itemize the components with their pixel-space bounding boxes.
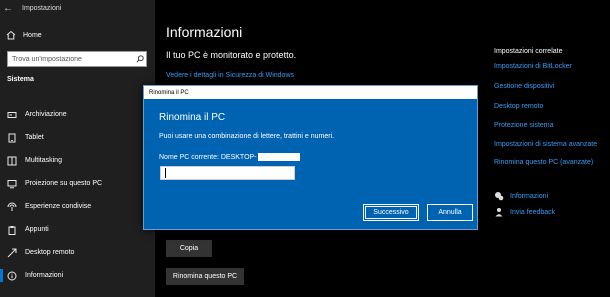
clipboard-icon <box>7 225 17 235</box>
page-title: Informazioni <box>166 24 243 40</box>
device-manager-link[interactable]: Gestione dispositivi <box>494 83 554 90</box>
sidebar-item-informazioni[interactable]: Informazioni <box>0 264 155 287</box>
sidebar-item-esperienze[interactable]: Esperienze condivise <box>0 195 155 218</box>
tablet-icon <box>7 133 17 143</box>
protection-status: Il tuo PC è monitorato e protetto. <box>166 50 297 60</box>
advanced-system-settings-link[interactable]: Impostazioni di sistema avanzate <box>494 141 597 148</box>
dialog-heading: Rinomina il PC <box>159 112 226 123</box>
send-feedback-link[interactable]: Invia feedback <box>494 207 555 217</box>
shared-experiences-icon <box>7 202 17 212</box>
cancel-button[interactable]: Annulla <box>427 204 473 221</box>
current-pc-name: Nome PC corrente: DESKTOP- <box>159 153 300 161</box>
remote-desktop-link[interactable]: Desktop remoto <box>494 103 543 110</box>
copy-button[interactable]: Copia <box>166 240 212 257</box>
projection-icon <box>7 179 17 189</box>
related-settings-title: Impostazioni correlate <box>494 48 563 55</box>
dialog-titlebar: Rinomina il PC <box>144 86 477 99</box>
rename-pc-button[interactable]: Rinomina questo PC <box>166 268 244 285</box>
sidebar-item-label: Tablet <box>25 134 44 141</box>
help-informazioni-link[interactable]: Informazioni <box>494 191 548 201</box>
search-box[interactable] <box>7 51 147 67</box>
search-icon[interactable] <box>134 55 146 63</box>
title-bar: ← Impostazioni <box>0 0 61 16</box>
rename-pc-dialog: Rinomina il PC Rinomina il PC Puoi usare… <box>143 85 478 230</box>
home-icon <box>6 30 16 40</box>
section-label: Sistema <box>7 76 34 83</box>
sidebar: ← Impostazioni Home Sistema Archiviazion… <box>0 0 155 297</box>
sidebar-item-label: Appunti <box>25 226 49 233</box>
feedback-icon <box>494 207 504 217</box>
search-input[interactable] <box>8 55 134 63</box>
sidebar-item-label: Desktop remoto <box>25 249 75 256</box>
sidebar-item-proiezione[interactable]: Proiezione su questo PC <box>0 172 155 195</box>
sidebar-item-tablet[interactable]: Tablet <box>0 126 155 149</box>
sidebar-item-label: Archiviazione <box>25 111 67 118</box>
home-label: Home <box>23 31 42 39</box>
sidebar-item-label: Informazioni <box>25 272 64 279</box>
new-pc-name-input[interactable] <box>160 166 295 180</box>
storage-icon <box>7 110 17 120</box>
help-chat-icon <box>494 191 504 201</box>
current-pc-name-label: Nome PC corrente: DESKTOP- <box>159 153 257 161</box>
home-link[interactable]: Home <box>0 26 155 44</box>
sidebar-item-appunti[interactable]: Appunti <box>0 218 155 241</box>
sidebar-item-multitasking[interactable]: Multitasking <box>0 149 155 172</box>
sidebar-item-label: Multitasking <box>25 157 62 164</box>
sidebar-item-archiviazione[interactable]: Archiviazione <box>0 103 155 126</box>
app-title: Impostazioni <box>22 4 62 12</box>
dialog-description: Puoi usare una combinazione di lettere, … <box>159 133 335 140</box>
remote-desktop-icon <box>7 248 17 258</box>
system-protection-link[interactable]: Protezione sistema <box>494 122 554 129</box>
redacted-name <box>257 153 300 161</box>
security-details-link[interactable]: Vedere i dettagli in Sicurezza di Window… <box>166 72 294 79</box>
back-arrow-icon[interactable]: ← <box>0 3 16 14</box>
bitlocker-link[interactable]: Impostazioni di BitLocker <box>494 63 572 70</box>
multitasking-icon <box>7 156 17 166</box>
sidebar-item-desktop-remoto[interactable]: Desktop remoto <box>0 241 155 264</box>
sidebar-item-label: Esperienze condivise <box>25 203 92 210</box>
next-button[interactable]: Successivo <box>363 204 419 221</box>
help-informazioni-label: Informazioni <box>510 192 549 200</box>
info-icon <box>7 271 17 281</box>
sidebar-item-label: Proiezione su questo PC <box>25 180 103 187</box>
sidebar-list: Archiviazione Tablet Multitasking Proiez… <box>0 103 155 287</box>
rename-pc-advanced-link[interactable]: Rinomina questo PC (avanzate) <box>494 159 593 166</box>
text-caret <box>165 168 166 178</box>
send-feedback-label: Invia feedback <box>510 208 556 216</box>
